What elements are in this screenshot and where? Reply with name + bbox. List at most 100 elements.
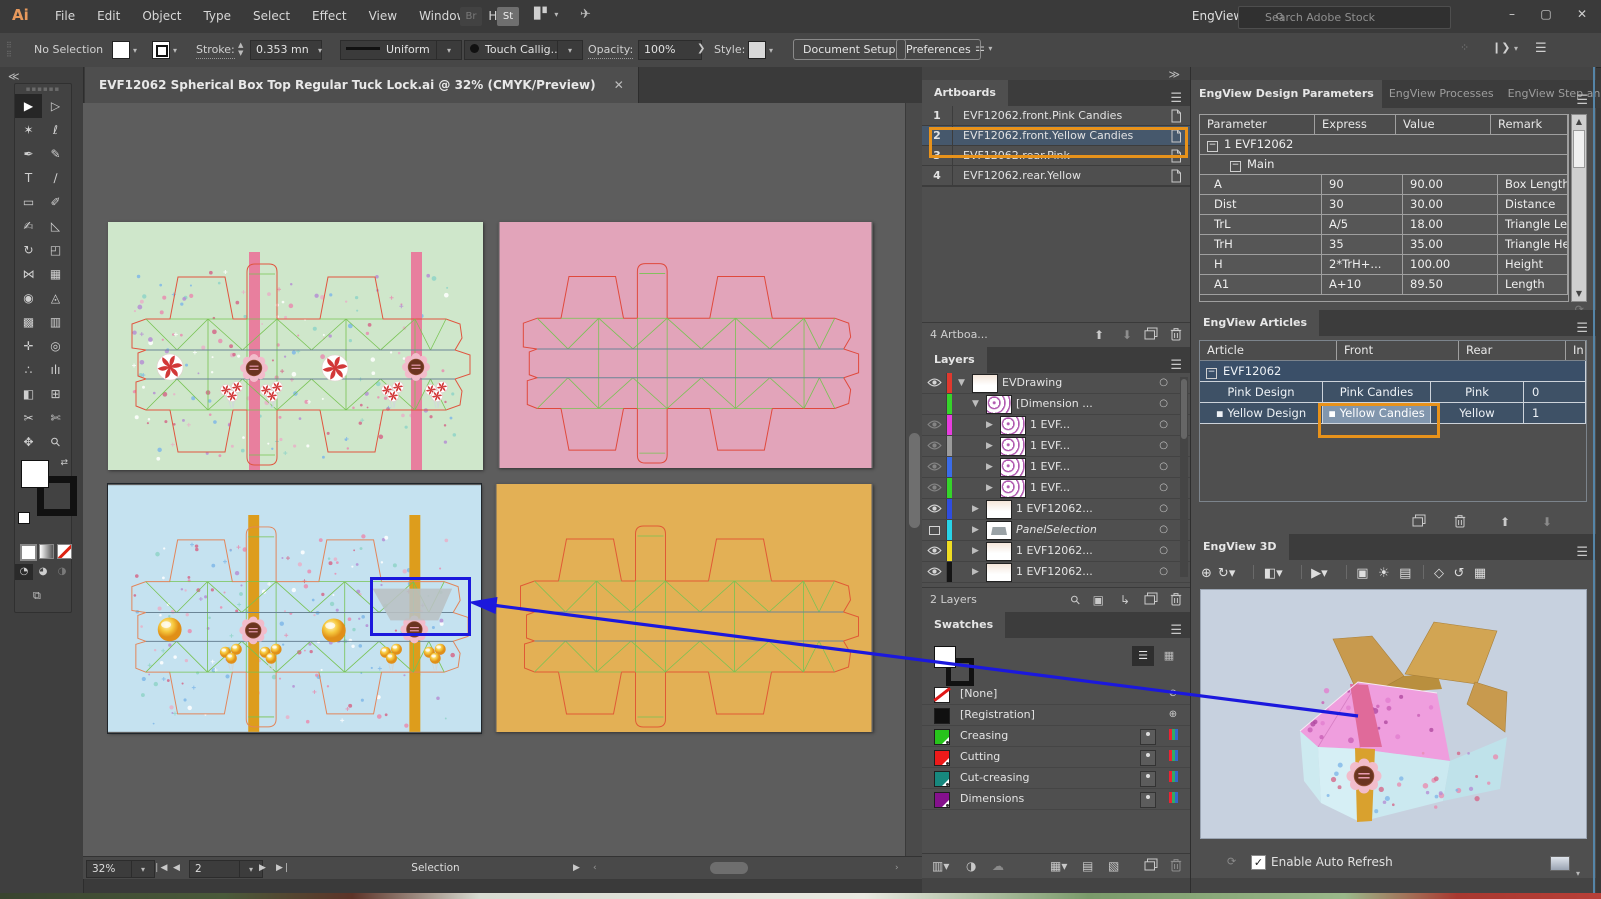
list-view-button[interactable]: ☰ bbox=[1132, 646, 1154, 666]
artboard-page-icon[interactable] bbox=[1170, 109, 1182, 123]
layer-target-icon[interactable]: ○ bbox=[1159, 436, 1168, 456]
width-profile-dropdown[interactable]: Uniform bbox=[340, 40, 447, 60]
swatch-row[interactable]: Dimensions bbox=[922, 789, 1190, 810]
stroke-weight-chevron-icon[interactable]: ▾ bbox=[318, 46, 322, 55]
opacity-label[interactable]: Opacity: bbox=[588, 42, 633, 59]
parameters-scrollbar[interactable]: ▲ ▼ bbox=[1571, 114, 1587, 302]
clipping-mask-icon[interactable]: ▣ bbox=[1093, 592, 1104, 608]
delete-article-icon[interactable] bbox=[1454, 514, 1466, 528]
background-color-button[interactable] bbox=[1550, 856, 1570, 871]
illustrator-logo[interactable]: Ai bbox=[12, 6, 29, 24]
layer-thumbnail[interactable] bbox=[1000, 437, 1026, 456]
layer-name[interactable]: 1 EVF12062... bbox=[1016, 499, 1093, 519]
eraser-tool-icon[interactable]: ◺ bbox=[42, 214, 69, 238]
article-cell-rear[interactable]: Pink bbox=[1431, 382, 1524, 402]
move-down-icon[interactable]: ⬇ bbox=[1122, 327, 1132, 343]
artboard-page-icon[interactable] bbox=[1170, 149, 1182, 163]
layer-expand-chevron-icon[interactable]: ▶ bbox=[986, 415, 993, 435]
close-document-icon[interactable]: ✕ bbox=[614, 78, 624, 92]
article-row[interactable]: ▪ Yellow Design▪ Yellow CandiesYellow1 bbox=[1200, 403, 1586, 424]
stroke-stepper[interactable]: ▲▼ bbox=[238, 41, 243, 57]
default-fill-stroke-icon[interactable] bbox=[18, 512, 30, 524]
artboard-2-rear-pink[interactable] bbox=[498, 222, 873, 468]
article-cell-rear[interactable]: Yellow bbox=[1431, 403, 1524, 423]
perspective-grid-tool-icon[interactable]: ◬ bbox=[42, 286, 69, 310]
col-in-use[interactable]: In Use bbox=[1566, 341, 1586, 360]
swap-fill-stroke-icon[interactable]: ⇄ bbox=[60, 458, 68, 468]
vertical-scrollbar-thumb[interactable] bbox=[909, 433, 920, 528]
menu-type[interactable]: Type bbox=[192, 0, 242, 33]
artboard-list-item[interactable]: 2EVF12062.front.Yellow Candies bbox=[922, 126, 1190, 146]
document-tab[interactable]: EVF12062 Spherical Box Top Regular Tuck … bbox=[85, 67, 639, 103]
parameter-cell[interactable]: 35 bbox=[1322, 235, 1403, 254]
brush-chevron-icon[interactable]: ▾ bbox=[557, 40, 583, 60]
locate-object-icon[interactable]: ⚲ bbox=[1067, 591, 1085, 609]
article-cell-article[interactable]: Pink Design bbox=[1200, 382, 1323, 402]
fill-proxy[interactable] bbox=[21, 460, 49, 488]
menu-file[interactable]: File bbox=[44, 0, 86, 33]
layer-row[interactable]: ▼EVDrawing○ bbox=[922, 373, 1190, 394]
move-up-icon[interactable]: ⬆ bbox=[1094, 327, 1104, 343]
gradient-mode-button[interactable] bbox=[39, 544, 54, 559]
zoom-chevron-icon[interactable]: ▾ bbox=[131, 860, 155, 878]
symbol-sprayer-tool-icon[interactable]: ∴ bbox=[15, 358, 42, 382]
eye-visibility-icon[interactable] bbox=[922, 499, 947, 519]
gradient-tool-icon[interactable]: ▥ bbox=[42, 310, 69, 334]
fill-chevron-icon[interactable]: ▾ bbox=[133, 46, 137, 55]
wireframe-icon[interactable]: ◇ bbox=[1434, 566, 1444, 581]
layer-row[interactable]: ▶1 EVF12062...○ bbox=[922, 499, 1190, 520]
none-mode-button[interactable] bbox=[57, 544, 72, 559]
tab-engview-processes[interactable]: EngView Processes bbox=[1382, 80, 1501, 108]
spot-color-dot-icon[interactable] bbox=[1140, 771, 1156, 787]
layer-thumbnail[interactable] bbox=[986, 521, 1012, 540]
swatch-row[interactable]: Creasing bbox=[922, 726, 1190, 747]
status-display[interactable]: Selection bbox=[303, 857, 568, 879]
tab-engview-3d[interactable]: EngView 3D bbox=[1191, 534, 1289, 560]
slice-tool-icon[interactable]: ✂ bbox=[15, 406, 42, 430]
layer-thumbnail[interactable] bbox=[986, 542, 1012, 561]
article-cell-in-use[interactable]: 1 bbox=[1524, 403, 1586, 423]
article-cell-in-use[interactable]: 0 bbox=[1524, 382, 1586, 402]
layer-target-icon[interactable]: ○ bbox=[1159, 562, 1168, 582]
minimize-button[interactable]: – bbox=[1495, 0, 1529, 28]
parameter-cell[interactable]: 18.00 bbox=[1403, 215, 1498, 234]
search-input[interactable]: Search Adobe Stock bbox=[1238, 6, 1451, 29]
layer-name[interactable]: [Dimension ... bbox=[1016, 394, 1093, 414]
layer-thumbnail[interactable] bbox=[986, 563, 1012, 582]
menu-object[interactable]: Object bbox=[131, 0, 192, 33]
export-icon[interactable]: ▣ bbox=[1356, 566, 1368, 581]
screen-mode-icon[interactable]: ⧉ bbox=[33, 589, 41, 603]
articles-table[interactable]: Article Front Rear In Use −EVF12062 Pink… bbox=[1199, 340, 1587, 502]
report-icon[interactable]: ▤ bbox=[1399, 566, 1411, 581]
opacity-panel-arrow-icon[interactable]: ❯ bbox=[697, 43, 705, 54]
layer-row[interactable]: ▶1 EVF...○ bbox=[922, 415, 1190, 436]
bridge-button[interactable]: Br bbox=[460, 7, 482, 26]
swatch-chip[interactable] bbox=[934, 729, 950, 745]
layer-row[interactable]: ▶1 EVF...○ bbox=[922, 478, 1190, 499]
free-transform-tool-icon[interactable]: ▦ bbox=[42, 262, 69, 286]
pen-tool-icon[interactable]: ✒ bbox=[15, 142, 42, 166]
tab-engview-design-parameters[interactable]: EngView Design Parameters bbox=[1191, 80, 1382, 108]
layer-name[interactable]: 1 EVF12062... bbox=[1016, 541, 1093, 561]
next-artboard-icon[interactable]: ▶ bbox=[259, 857, 266, 879]
parameters-table[interactable]: Parameter Express Value Remark −1 EVF120… bbox=[1199, 114, 1569, 302]
col-article[interactable]: Article bbox=[1200, 341, 1337, 360]
artboard-tool-icon[interactable]: ◧ bbox=[15, 382, 42, 406]
fill-color-swatch[interactable] bbox=[112, 41, 130, 59]
arrange-documents-icon[interactable]: ▊▘ ▾ bbox=[534, 7, 558, 20]
parameter-row[interactable]: Dist3030.00Distance bbox=[1200, 195, 1568, 215]
shape-builder-tool-icon[interactable]: ◉ bbox=[15, 286, 42, 310]
none-icon[interactable]: ⊘ bbox=[1166, 687, 1180, 701]
swatch-row[interactable]: [Registration]⊕ bbox=[922, 705, 1190, 726]
layer-expand-chevron-icon[interactable]: ▼ bbox=[972, 394, 979, 414]
parameter-row[interactable]: TrLA/518.00Triangle Length bbox=[1200, 215, 1568, 235]
article-cell-front[interactable]: Pink Candies bbox=[1323, 382, 1431, 402]
new-color-group-icon[interactable]: ▧ bbox=[1108, 858, 1119, 874]
articles-group-row[interactable]: −EVF12062 bbox=[1200, 361, 1586, 382]
stroke-chevron-icon[interactable]: ▾ bbox=[173, 46, 177, 55]
rotate-tool-icon[interactable]: ↻ bbox=[15, 238, 42, 262]
toolbar-drag-dots[interactable]: ▪▪▪▪▪▪ bbox=[15, 84, 71, 94]
delete-layer-icon[interactable] bbox=[1170, 592, 1182, 606]
parameter-cell[interactable]: Length bbox=[1498, 275, 1568, 294]
color-mode-stripes-icon[interactable] bbox=[1166, 771, 1180, 785]
